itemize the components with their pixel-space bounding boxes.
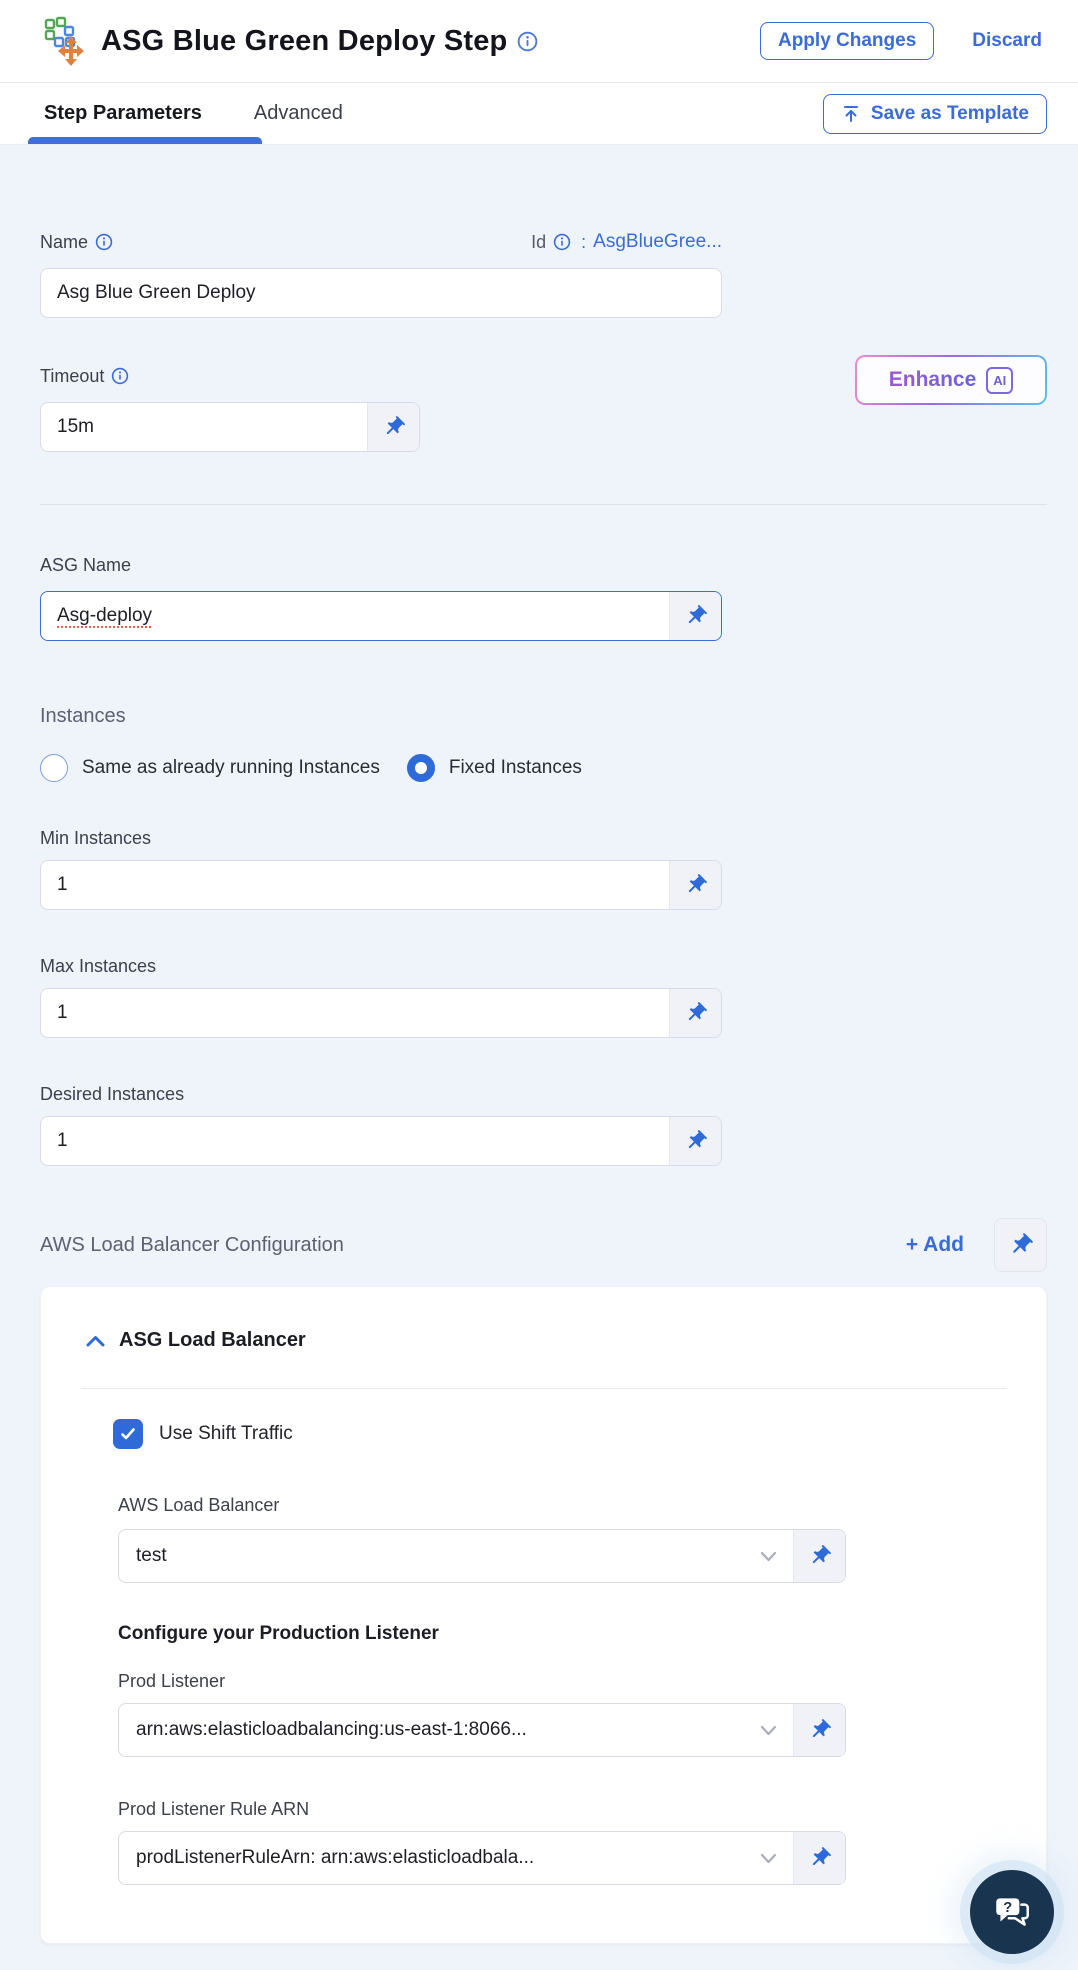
- pushpin-icon[interactable]: [793, 1704, 845, 1756]
- pushpin-icon[interactable]: [793, 1832, 845, 1884]
- info-icon[interactable]: [111, 367, 129, 385]
- chat-question-icon: ?: [991, 1891, 1033, 1933]
- asg-load-balancer-panel: ASG Load Balancer Use Shift Traffic AWS …: [40, 1286, 1047, 1944]
- aws-load-balancer-value: test: [136, 1545, 167, 1566]
- discard-button[interactable]: Discard: [972, 30, 1042, 52]
- id-label: Id: [531, 231, 547, 252]
- name-id-row: Name Id : AsgBlueGree...: [40, 230, 722, 254]
- name-field: [40, 268, 722, 318]
- asg-load-balancer-title: ASG Load Balancer: [119, 1329, 306, 1351]
- use-shift-traffic-checkbox-row[interactable]: Use Shift Traffic: [113, 1419, 1046, 1449]
- add-load-balancer-button[interactable]: + Add: [906, 1233, 964, 1257]
- card-divider: [81, 1388, 1007, 1389]
- help-chat-button[interactable]: ?: [970, 1870, 1054, 1954]
- tab-advanced[interactable]: Advanced: [254, 102, 343, 125]
- upload-icon: [841, 104, 861, 124]
- active-tab-indicator: [28, 137, 262, 144]
- prod-listener-label: Prod Listener: [118, 1670, 226, 1691]
- checkbox-checked-icon[interactable]: [113, 1419, 143, 1449]
- min-instances-label: Min Instances: [40, 827, 152, 848]
- info-icon[interactable]: [95, 233, 113, 251]
- chevron-down-icon: [760, 1530, 777, 1582]
- instances-heading: Instances: [40, 705, 126, 727]
- radio-same-as-running[interactable]: Same as already running Instances: [40, 754, 380, 782]
- max-instances-input[interactable]: [41, 989, 669, 1037]
- timeout-field: [40, 402, 420, 452]
- instances-radio-group: Same as already running Instances Fixed …: [40, 754, 1047, 782]
- radio-label: Fixed Instances: [448, 757, 582, 778]
- use-shift-traffic-label: Use Shift Traffic: [159, 1423, 293, 1444]
- asg-name-label: ASG Name: [40, 553, 1047, 577]
- pushpin-icon[interactable]: [669, 1117, 721, 1165]
- enhance-ai-button[interactable]: Enhance AI: [855, 355, 1047, 405]
- id-value[interactable]: AsgBlueGree...: [593, 231, 722, 253]
- svg-text:?: ?: [1003, 1900, 1012, 1916]
- chevron-up-icon: [85, 1334, 106, 1348]
- radio-circle-icon: [40, 754, 68, 782]
- name-label-group: Name: [40, 230, 113, 254]
- desired-instances-field: [40, 1116, 722, 1166]
- save-as-template-label: Save as Template: [870, 102, 1029, 124]
- min-instances-field: [40, 860, 722, 910]
- asg-name-value: Asg-deploy: [57, 605, 153, 626]
- id-group: Id : AsgBlueGree...: [531, 231, 722, 253]
- page-title: ASG Blue Green Deploy Step: [101, 24, 508, 57]
- production-listener-heading: Configure your Production Listener: [118, 1623, 439, 1644]
- chevron-down-icon: [760, 1832, 777, 1884]
- aws-load-balancer-label: AWS Load Balancer: [118, 1494, 280, 1515]
- prod-listener-rule-arn-value: prodListenerRuleArn: arn:aws:elasticload…: [136, 1847, 535, 1868]
- desired-instances-input[interactable]: [41, 1117, 669, 1165]
- prod-listener-rule-arn-select[interactable]: prodListenerRuleArn: arn:aws:elasticload…: [118, 1831, 846, 1885]
- asg-load-balancer-collapse-header[interactable]: ASG Load Balancer: [85, 1329, 1046, 1352]
- timeout-label: Timeout: [40, 365, 105, 386]
- chevron-down-icon: [760, 1704, 777, 1756]
- info-icon[interactable]: [553, 233, 571, 251]
- radio-circle-selected-icon: [406, 754, 435, 782]
- radio-label: Same as already running Instances: [82, 757, 380, 778]
- radio-fixed-instances[interactable]: Fixed Instances: [406, 754, 582, 782]
- pushpin-icon[interactable]: [793, 1530, 845, 1582]
- tab-step-parameters[interactable]: Step Parameters: [44, 102, 202, 125]
- section-divider: [40, 504, 1047, 505]
- pushpin-icon[interactable]: [669, 861, 721, 909]
- pushpin-icon[interactable]: [669, 989, 721, 1037]
- lb-config-heading-row: AWS Load Balancer Configuration + Add: [40, 1218, 1047, 1272]
- pushpin-icon[interactable]: [367, 403, 419, 451]
- pushpin-button[interactable]: [994, 1218, 1047, 1272]
- title-info-icon[interactable]: [517, 31, 538, 52]
- timeout-input[interactable]: [41, 403, 367, 451]
- asg-name-label-text: ASG Name: [40, 554, 132, 575]
- prod-listener-select[interactable]: arn:aws:elasticloadbalancing:us-east-1:8…: [118, 1703, 846, 1757]
- name-label: Name: [40, 231, 89, 252]
- min-instances-input[interactable]: [41, 861, 669, 909]
- asg-name-input[interactable]: Asg-deploy: [41, 592, 669, 640]
- step-parameters-panel: Name Id : AsgBlueGree... Enhance AI Time…: [0, 145, 1078, 1970]
- step-header: ASG Blue Green Deploy Step Apply Changes…: [0, 0, 1078, 83]
- prod-listener-value: arn:aws:elasticloadbalancing:us-east-1:8…: [136, 1719, 527, 1740]
- ai-badge-icon: AI: [986, 366, 1014, 394]
- apply-changes-button[interactable]: Apply Changes: [759, 22, 935, 60]
- save-as-template-button[interactable]: Save as Template: [822, 93, 1047, 134]
- prod-listener-rule-arn-label: Prod Listener Rule ARN: [118, 1798, 310, 1819]
- desired-instances-label: Desired Instances: [40, 1083, 185, 1104]
- aws-load-balancer-select[interactable]: test: [118, 1529, 846, 1583]
- id-colon: :: [581, 231, 587, 252]
- pushpin-icon[interactable]: [669, 592, 721, 640]
- enhance-label: Enhance: [888, 368, 977, 391]
- max-instances-field: [40, 988, 722, 1038]
- name-input[interactable]: [41, 269, 721, 317]
- asg-step-icon: [42, 14, 88, 68]
- asg-name-field: Asg-deploy: [40, 591, 722, 641]
- lb-config-heading: AWS Load Balancer Configuration: [40, 1233, 344, 1256]
- max-instances-label: Max Instances: [40, 955, 157, 976]
- tabs-bar: Step Parameters Advanced Save as Templat…: [0, 83, 1078, 145]
